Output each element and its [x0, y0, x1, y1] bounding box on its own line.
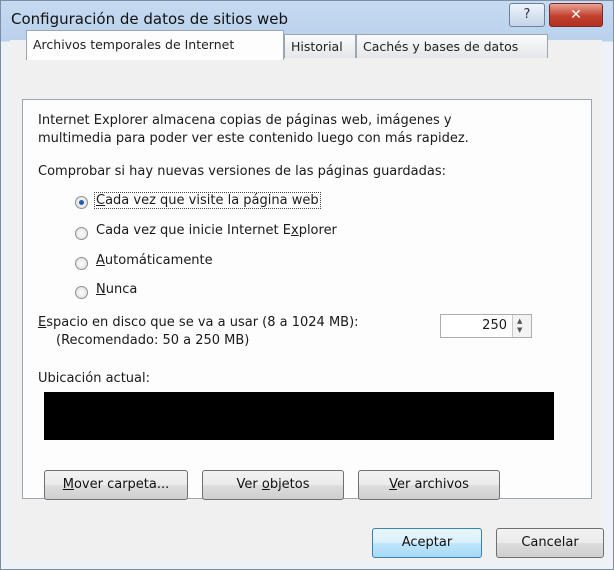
help-icon: ? — [523, 7, 531, 22]
radio-button[interactable] — [75, 286, 88, 299]
tab-temporary-files[interactable]: Archivos temporales de Internet — [26, 30, 284, 60]
close-icon: ✕ — [570, 7, 582, 23]
tab-label: Archivos temporales de Internet — [33, 37, 235, 52]
radio-label: Cada vez que visite la página web — [94, 192, 321, 209]
tab-label: Historial — [291, 39, 343, 54]
move-folder-button[interactable]: Mover carpeta... — [44, 470, 188, 500]
radio-button[interactable] — [75, 227, 88, 240]
view-objects-button[interactable]: Ver objetos — [202, 470, 344, 500]
current-location-label: Ubicación actual: — [38, 371, 150, 386]
view-files-button[interactable]: Ver archivos — [358, 470, 500, 500]
cancel-button[interactable]: Cancelar — [496, 528, 604, 558]
tab-history[interactable]: Historial — [284, 34, 356, 58]
help-button[interactable]: ? — [509, 3, 545, 27]
recommended-size-label: (Recomendado: 50 a 250 MB) — [56, 333, 250, 348]
disk-space-spinner[interactable]: ▲ ▼ — [512, 315, 531, 337]
tab-caches-databases[interactable]: Cachés y bases de datos — [356, 34, 548, 58]
spin-down-icon[interactable]: ▼ — [517, 327, 522, 334]
radio-label: Automáticamente — [96, 253, 213, 268]
disk-space-label: Espacio en disco que se va a usar (8 a 1… — [38, 315, 359, 330]
description-line-2: multimedia para poder ver este contenido… — [38, 131, 469, 146]
current-location-redacted — [44, 392, 554, 440]
check-versions-label: Comprobar si hay nuevas versiones de las… — [38, 164, 446, 179]
close-button[interactable]: ✕ — [549, 3, 603, 27]
ok-button[interactable]: Aceptar — [372, 528, 482, 558]
tab-label: Cachés y bases de datos — [363, 39, 519, 54]
dialog-title: Configuración de datos de sitios web — [11, 10, 289, 28]
spin-up-icon[interactable]: ▲ — [517, 318, 522, 325]
radio-label: Cada vez que inicie Internet Explorer — [96, 223, 337, 238]
description-line-1: Internet Explorer almacena copias de pág… — [38, 113, 452, 128]
radio-button-checked[interactable] — [75, 196, 88, 209]
radio-label: Nunca — [96, 282, 138, 297]
radio-button[interactable] — [75, 257, 88, 270]
